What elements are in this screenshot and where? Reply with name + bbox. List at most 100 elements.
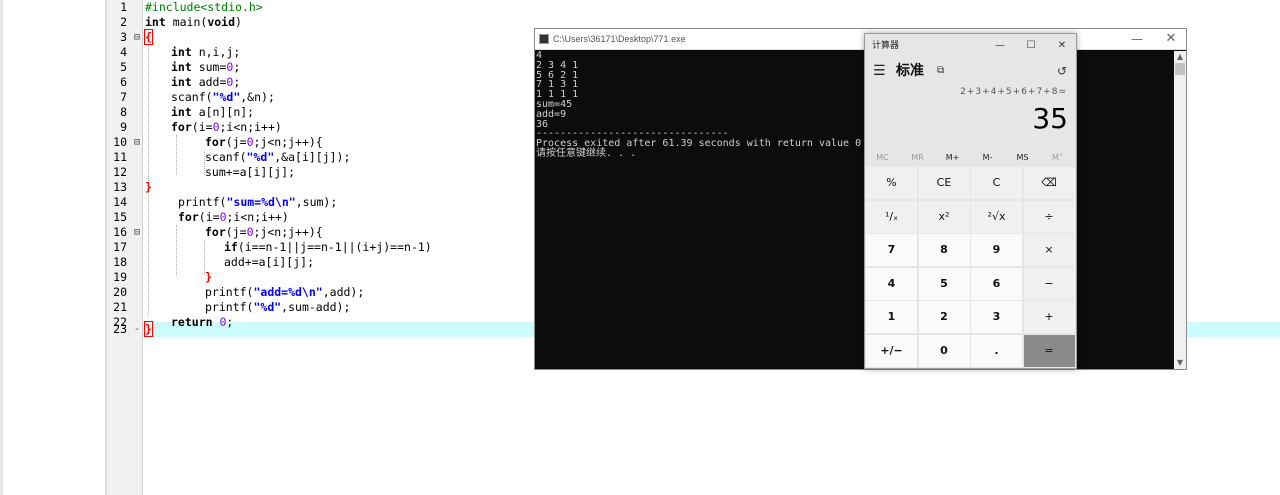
code-line-3[interactable]: {	[144, 29, 153, 45]
console-titlebar[interactable]: C:\Users\36171\Desktop\771.exe — ✕	[535, 29, 1186, 50]
code-text: (j=	[225, 225, 247, 239]
digit-9-button[interactable]: 9	[971, 234, 1022, 266]
digit-3-button[interactable]: 3	[971, 301, 1022, 333]
code-line-14[interactable]: printf("sum=%d\n",sum);	[178, 195, 337, 210]
console-window[interactable]: C:\Users\36171\Desktop\771.exe — ✕ 4 2 3…	[534, 28, 1187, 370]
fold-marker-icon[interactable]: ⊟	[134, 135, 140, 150]
code-line-10[interactable]: for(j=0;j<n;j++){	[205, 135, 323, 150]
scroll-down-icon[interactable]: ▼	[1174, 357, 1186, 369]
close-button[interactable]: ✕	[1159, 30, 1183, 48]
fold-marker-icon[interactable]: ⊟	[134, 225, 140, 240]
hamburger-menu-icon[interactable]: ☰	[873, 62, 886, 80]
keyword: return	[171, 315, 213, 329]
console-title: C:\Users\36171\Desktop\771.exe	[553, 34, 686, 44]
memory-clear-button[interactable]: MC	[865, 149, 900, 166]
code-text: scanf(	[171, 90, 213, 104]
string-literal: "%d"	[212, 90, 241, 104]
close-button[interactable]: ✕	[1051, 38, 1073, 54]
code-line-2[interactable]: int main(void)	[145, 15, 242, 30]
digit-5-button[interactable]: 5	[918, 267, 970, 300]
code-line-23[interactable]: }	[144, 321, 153, 337]
fold-marker-icon[interactable]: ⊟	[134, 30, 140, 45]
code-line-7[interactable]: scanf("%d",&n);	[171, 90, 275, 105]
memory-recall-button[interactable]: MR	[900, 149, 935, 166]
line-number-text: 18	[113, 255, 127, 269]
code-text: (j=	[225, 135, 247, 149]
keep-on-top-icon[interactable]: ⧉	[937, 64, 944, 78]
clear-entry-button[interactable]: CE	[918, 167, 970, 199]
line-number-text: 20	[113, 285, 127, 299]
line-number-text: 4	[120, 45, 127, 59]
line-number-text: 23	[113, 322, 127, 336]
digit-7-button[interactable]: 7	[866, 234, 917, 266]
code-line-17[interactable]: if(i==n-1||j==n-1||(i+j)==n-1)	[224, 240, 432, 255]
memory-store-button[interactable]: MS	[1005, 149, 1040, 166]
reciprocal-button[interactable]: ¹/ₓ	[866, 200, 917, 233]
decimal-button[interactable]: .	[971, 334, 1022, 367]
code-line-22[interactable]: return 0;	[171, 315, 233, 330]
line-number-text: 15	[113, 210, 127, 224]
code-text: ;	[226, 315, 234, 329]
calculator-titlebar[interactable]: 计算器 — ☐ ✕	[865, 34, 1076, 58]
backspace-button[interactable]: ⌫	[1023, 167, 1075, 199]
code-line-20[interactable]: printf("add=%d\n",add);	[205, 285, 364, 300]
minimize-button[interactable]: —	[1125, 30, 1149, 48]
line-number-text: 11	[113, 150, 127, 164]
line-number-text: 9	[120, 120, 127, 134]
code-line-12[interactable]: sum+=a[i][j];	[205, 165, 295, 180]
code-text: ;j<n;j++){	[253, 135, 323, 149]
code-line-16[interactable]: for(j=0;j<n;j++){	[205, 225, 323, 240]
multiply-button[interactable]: ×	[1023, 234, 1075, 266]
add-button[interactable]: +	[1023, 301, 1075, 333]
digit-4-button[interactable]: 4	[866, 267, 917, 300]
digit-1-button[interactable]: 1	[866, 301, 917, 333]
code-line-15[interactable]: for(i=0;i<n;i++)	[178, 210, 289, 225]
fold-marker-icon[interactable]: -	[134, 322, 140, 337]
code-line-13[interactable]: }	[145, 180, 152, 195]
history-icon[interactable]: ↺	[1057, 62, 1067, 80]
digit-6-button[interactable]: 6	[971, 267, 1022, 300]
code-text: (i=	[191, 120, 213, 134]
code-line-8[interactable]: int a[n][n];	[171, 105, 254, 120]
keyword: int	[145, 15, 166, 29]
scroll-up-icon[interactable]: ▲	[1174, 51, 1186, 63]
maximize-button[interactable]: ☐	[1020, 38, 1042, 54]
square-root-button[interactable]: ²√x	[971, 200, 1022, 233]
console-scrollbar[interactable]: ▲ ▼	[1174, 51, 1186, 369]
line-number-text: 17	[113, 240, 127, 254]
code-line-21[interactable]: printf("%d",sum-add);	[205, 300, 350, 315]
clear-button[interactable]: C	[971, 167, 1022, 199]
negate-button[interactable]: +/−	[866, 334, 917, 367]
calculator-title: 计算器	[872, 41, 900, 51]
code-line-6[interactable]: int add=0;	[171, 75, 240, 90]
memory-subtract-button[interactable]: M-	[970, 149, 1005, 166]
code-line-5[interactable]: int sum=0;	[171, 60, 240, 75]
digit-8-button[interactable]: 8	[918, 234, 970, 266]
calculator-window[interactable]: 计算器 — ☐ ✕ ☰ 标准 ⧉ ↺ 2+3+4+5+6+7+8= 35 MC …	[864, 33, 1077, 369]
code-line-18[interactable]: add+=a[i][j];	[224, 255, 314, 270]
memory-list-button[interactable]: M˅	[1040, 149, 1075, 166]
memory-add-button[interactable]: M+	[935, 149, 970, 166]
digit-0-button[interactable]: 0	[918, 334, 970, 367]
code-text: n,i,j;	[191, 45, 241, 59]
code-line-11[interactable]: scanf("%d",&a[i][j]);	[205, 150, 350, 165]
minimize-button[interactable]: —	[989, 38, 1011, 54]
line-number: 20	[107, 285, 142, 300]
square-button[interactable]: x²	[918, 200, 970, 233]
scroll-thumb[interactable]	[1175, 63, 1185, 75]
line-number: 4	[107, 45, 142, 60]
code-line-19[interactable]: }	[205, 270, 212, 285]
divide-button[interactable]: ÷	[1023, 200, 1075, 233]
memory-row: MC MR M+ M- MS M˅	[865, 149, 1076, 166]
code-line-1[interactable]: #include<stdio.h>	[145, 0, 263, 15]
keyword: for	[171, 120, 192, 134]
equals-button[interactable]: =	[1023, 334, 1075, 367]
code-line-4[interactable]: int n,i,j;	[171, 45, 240, 60]
percent-button[interactable]: %	[866, 167, 917, 199]
line-number-text: 1	[120, 0, 127, 14]
subtract-button[interactable]: −	[1023, 267, 1075, 300]
brace-matched: }	[144, 321, 153, 337]
line-number-text: 21	[113, 300, 127, 314]
code-line-9[interactable]: for(i=0;i<n;i++)	[171, 120, 282, 135]
digit-2-button[interactable]: 2	[918, 301, 970, 333]
